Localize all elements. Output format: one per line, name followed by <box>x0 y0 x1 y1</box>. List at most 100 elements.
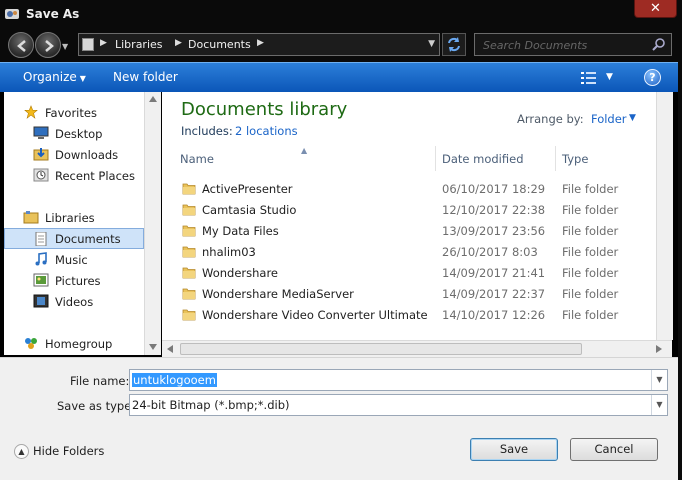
chevron-up-icon: ▲ <box>14 444 29 459</box>
cancel-button[interactable]: Cancel <box>570 438 658 461</box>
file-name: Camtasia Studio <box>202 203 297 217</box>
address-bar[interactable]: ▶ Libraries ▶ Documents ▶ ▼ <box>78 33 440 56</box>
nav-item-favorites[interactable]: Favorites <box>4 102 144 123</box>
back-arrow-icon <box>17 40 26 52</box>
scrollbar-thumb[interactable] <box>180 343 582 355</box>
refresh-button[interactable] <box>442 33 466 56</box>
file-name: My Data Files <box>202 224 279 238</box>
breadcrumb-libraries[interactable]: Libraries <box>115 38 163 51</box>
window-title: Save As <box>26 7 80 21</box>
nav-item-label: Homegroup <box>45 337 113 351</box>
folder-icon <box>182 204 196 216</box>
nav-item-libraries[interactable]: Libraries <box>4 207 144 228</box>
table-row[interactable]: Wondershare Video Converter Ultimate 14/1… <box>172 304 662 325</box>
column-header-type[interactable]: Type <box>556 146 656 171</box>
file-date-modified: 13/09/2017 23:56 <box>442 224 546 238</box>
save-button[interactable]: Save <box>470 438 558 461</box>
forward-button[interactable] <box>35 32 61 58</box>
file-type: File folder <box>562 287 619 301</box>
folder-icon <box>182 267 196 279</box>
table-row[interactable]: Camtasia Studio 12/10/2017 22:38 File fold… <box>172 199 662 220</box>
nav-item-label: Documents <box>55 232 121 246</box>
file-type: File folder <box>562 266 619 280</box>
documents-icon <box>35 232 47 246</box>
pictures-icon <box>33 273 49 287</box>
nav-item-downloads[interactable]: Downloads <box>4 144 144 165</box>
close-button[interactable]: ✕ <box>634 0 677 18</box>
file-name: Wondershare <box>202 266 279 280</box>
save-as-type-select[interactable]: 24-bit Bitmap (*.bmp;*.dib) ▼ <box>129 394 668 416</box>
new-folder-button[interactable]: New folder <box>113 70 178 84</box>
column-header-label: Name <box>180 152 214 166</box>
file-type: File folder <box>562 203 619 217</box>
table-row[interactable]: ActivePresenter 06/10/2017 18:29 File fold… <box>172 178 662 199</box>
view-dropdown-icon[interactable]: ▼ <box>606 72 613 82</box>
chevron-down-icon[interactable]: ▼ <box>651 370 667 390</box>
breadcrumb-separator-icon[interactable]: ▶ <box>175 38 182 48</box>
recent-pages-dropdown[interactable]: ▼ <box>62 42 68 51</box>
nav-item-label: Music <box>55 253 88 267</box>
table-row[interactable]: Wondershare 14/09/2017 21:41 File folder <box>172 262 662 283</box>
command-bar: Organize ▼ New folder ▼ ? <box>0 62 678 92</box>
nav-item-homegroup[interactable]: Homegroup <box>4 333 144 354</box>
navigation-pane-scrollbar[interactable] <box>144 92 161 355</box>
help-button[interactable]: ? <box>644 69 661 86</box>
breadcrumb-documents[interactable]: Documents <box>188 38 251 51</box>
arrange-by-label: Arrange by: <box>517 112 584 126</box>
column-header-label: Date modified <box>442 152 524 166</box>
organize-menu[interactable]: Organize ▼ <box>23 70 86 84</box>
back-button[interactable] <box>8 32 34 58</box>
navigation-bar: ▼ ▶ Libraries ▶ Documents ▶ ▼ Search Doc… <box>0 28 682 62</box>
nav-item-videos[interactable]: Videos <box>4 291 144 312</box>
search-input[interactable]: Search Documents <box>483 39 587 52</box>
breadcrumb-separator-icon[interactable]: ▶ <box>257 38 264 48</box>
nav-item-desktop[interactable]: Desktop <box>4 123 144 144</box>
hide-folders-toggle[interactable]: ▲ Hide Folders <box>14 444 104 459</box>
save-as-type-label: Save as type: <box>57 399 136 413</box>
table-row[interactable]: Wondershare MediaServer 14/09/2017 22:37 F… <box>172 283 662 304</box>
includes-locations-link[interactable]: 2 locations <box>235 124 298 138</box>
file-list-horizontal-scrollbar[interactable] <box>162 340 672 357</box>
file-name: nhalim03 <box>202 245 256 259</box>
window-border <box>678 62 682 480</box>
organize-label: Organize <box>23 70 77 84</box>
folder-icon <box>182 288 196 300</box>
address-dropdown-icon[interactable]: ▼ <box>428 39 435 49</box>
scroll-right-icon[interactable] <box>656 345 662 353</box>
save-as-type-value: 24-bit Bitmap (*.bmp;*.dib) <box>132 398 290 412</box>
table-row[interactable]: nhalim03 26/10/2017 8:03 File folder <box>172 241 662 262</box>
scroll-up-icon[interactable] <box>149 96 157 102</box>
file-name-field[interactable]: untuklogooem ▼ <box>129 369 668 391</box>
homegroup-icon <box>25 338 37 349</box>
search-icon[interactable] <box>651 37 667 53</box>
nav-item-recent-places[interactable]: Recent Places <box>4 165 144 186</box>
desktop-icon <box>33 126 49 139</box>
folder-icon <box>182 246 196 258</box>
file-name-input[interactable]: untuklogooem <box>132 373 217 387</box>
nav-item-documents[interactable]: Documents <box>4 228 144 249</box>
arrange-by-dropdown[interactable]: Folder <box>591 112 627 126</box>
view-options-icon[interactable] <box>581 72 597 84</box>
libraries-icon <box>23 211 39 224</box>
nav-item-label: Recent Places <box>55 169 135 183</box>
file-date-modified: 06/10/2017 18:29 <box>442 182 546 196</box>
chevron-down-icon[interactable]: ▼ <box>651 395 667 415</box>
chevron-down-icon[interactable]: ▼ <box>629 113 636 123</box>
title-bar: Save As ✕ <box>0 0 682 28</box>
breadcrumb-separator-icon[interactable]: ▶ <box>100 38 107 48</box>
nav-item-pictures[interactable]: Pictures <box>4 270 144 291</box>
search-box[interactable]: Search Documents <box>474 33 672 56</box>
app-icon <box>5 9 19 19</box>
downloads-icon <box>33 148 49 161</box>
scroll-left-icon[interactable] <box>167 345 173 353</box>
table-row[interactable]: My Data Files 13/09/2017 23:56 File folder <box>172 220 662 241</box>
column-header-label: Type <box>562 152 589 166</box>
file-date-modified: 14/10/2017 12:26 <box>442 308 546 322</box>
scroll-down-icon[interactable] <box>149 344 157 350</box>
nav-item-music[interactable]: Music <box>4 249 144 270</box>
file-list-vertical-scrollbar[interactable] <box>656 92 673 340</box>
column-header-date-modified[interactable]: Date modified <box>436 146 556 171</box>
refresh-icon <box>448 37 460 52</box>
column-header-name[interactable]: Name <box>174 146 436 171</box>
star-icon <box>24 105 38 119</box>
